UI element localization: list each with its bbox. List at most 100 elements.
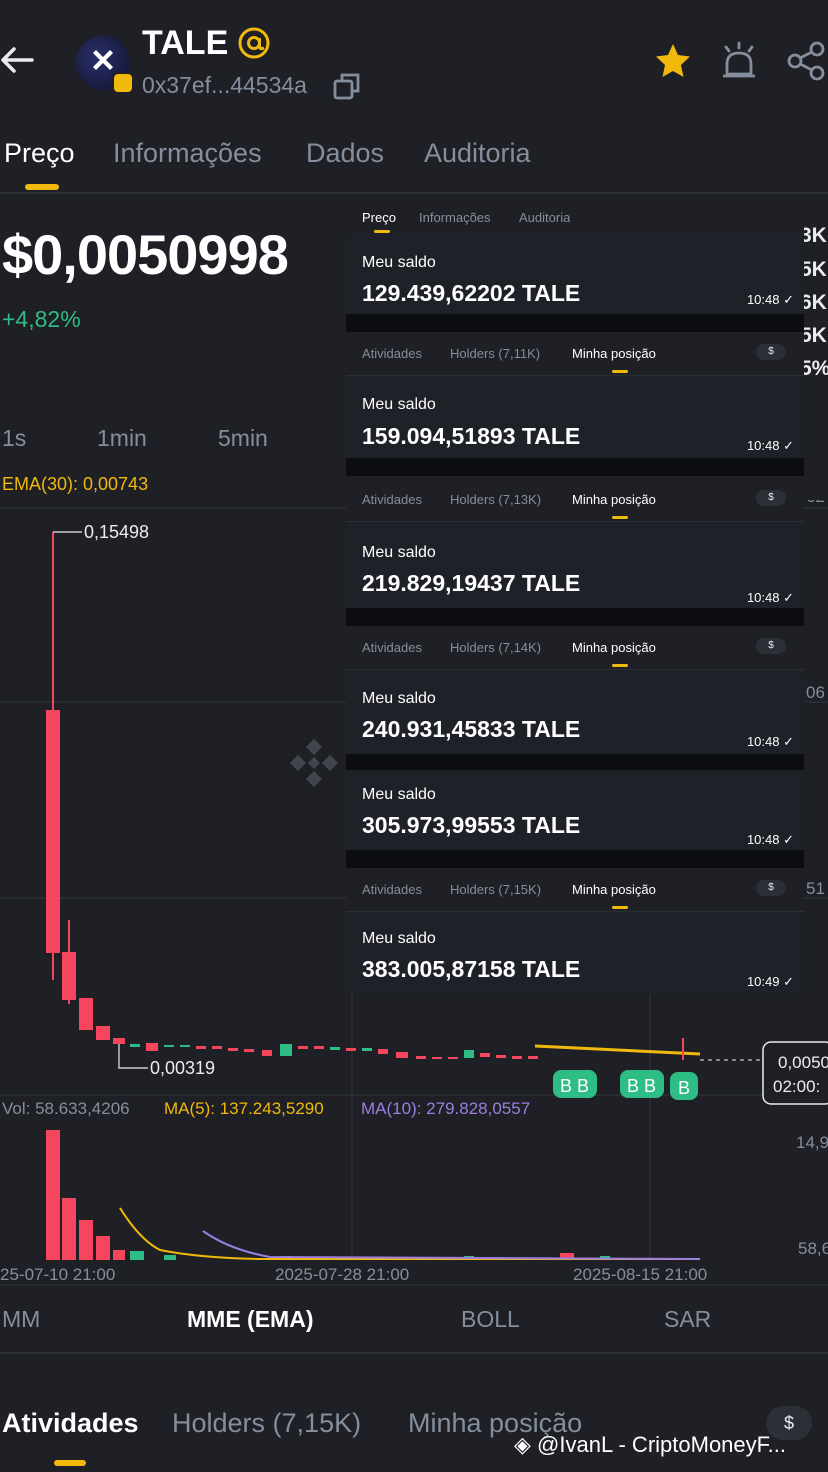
separator <box>346 754 804 770</box>
tabs-divider <box>0 192 828 194</box>
vol-axis-label: 14,9 <box>796 1133 828 1152</box>
svg-text:B: B <box>577 1076 589 1096</box>
date-label: 25-07-10 21:00 <box>0 1265 115 1284</box>
saldo-value: 240.931,45833 TALE <box>362 716 581 742</box>
ma10-line <box>202 1230 701 1260</box>
separator <box>346 314 804 332</box>
timestamp: 10:48 ✓ <box>746 590 794 605</box>
saldo-label: Meu saldo <box>362 396 436 413</box>
overlay-currency-button[interactable]: $ <box>756 490 786 506</box>
indicator-divider <box>0 1352 828 1354</box>
saldo-value: 159.094,51893 TALE <box>362 423 581 449</box>
overlay-currency-button[interactable]: $ <box>756 880 786 896</box>
vol-label: Vol: 58.633,4206 <box>2 1099 130 1118</box>
saldo-card: Meu saldo 383.005,87158 TALE 10:49 ✓ <box>346 912 804 994</box>
at-icon[interactable] <box>237 26 271 60</box>
active-tab-indicator <box>374 230 390 233</box>
active-tab-indicator <box>612 664 628 667</box>
overlay-tab-atividades[interactable]: Atividades <box>362 346 422 361</box>
svg-text:B: B <box>644 1076 656 1096</box>
token-address: 0x37ef...44534a <box>142 72 307 98</box>
saldo-label: Meu saldo <box>362 544 436 561</box>
current-price-tag-time: 02:00: <box>773 1077 820 1096</box>
binance-watermark-icon <box>290 739 338 787</box>
saldo-value: 129.439,62202 TALE <box>362 280 581 306</box>
stat-value: 6K <box>800 291 827 314</box>
high-label: 0,15498 <box>84 522 149 542</box>
active-tab-indicator <box>25 184 59 190</box>
ma10-label: MA(10): 279.828,0557 <box>361 1099 530 1118</box>
tab-preco[interactable]: Preço <box>4 138 75 169</box>
timeframe-1min[interactable]: 1min <box>97 425 147 452</box>
tab-holders[interactable]: Holders (7,15K) <box>172 1408 361 1439</box>
timestamp: 10:48 ✓ <box>746 734 794 749</box>
indicator-tab-ema[interactable]: MME (EMA) <box>187 1306 313 1333</box>
overlay-currency-button[interactable]: $ <box>756 344 786 360</box>
overlay-tab-holders[interactable]: Holders (7,14K) <box>450 640 541 655</box>
overlay-tab-minha-posicao[interactable]: Minha posição <box>572 346 656 361</box>
vol-axis-label: 58,6 <box>798 1239 828 1258</box>
overlay-tabs: Atividades Holders (7,15K) Minha posição… <box>346 868 804 912</box>
axis-label: 51 <box>806 879 825 898</box>
alert-icon[interactable] <box>718 40 760 82</box>
saldo-card: Meu saldo 159.094,51893 TALE 10:48 ✓ <box>346 376 804 458</box>
stat-value: 5K <box>800 258 827 281</box>
overlay-tab-holders[interactable]: Holders (7,13K) <box>450 492 541 507</box>
timeframe-5min[interactable]: 5min <box>218 425 268 452</box>
current-price: $0,0050998 <box>2 223 289 286</box>
overlay-tab-minha-posicao[interactable]: Minha posição <box>572 640 656 655</box>
volume-bars <box>46 1130 610 1260</box>
copy-icon[interactable] <box>330 70 364 104</box>
svg-text:B: B <box>627 1076 639 1096</box>
back-arrow-icon[interactable] <box>0 38 40 82</box>
indicator-tab-mm[interactable]: MM <box>2 1306 40 1333</box>
active-tab-indicator <box>612 370 628 373</box>
ma5-label: MA(5): 137.243,5290 <box>164 1099 324 1118</box>
overlay-tab-minha-posicao[interactable]: Minha posição <box>572 492 656 507</box>
binance-logo-icon: ◈ <box>514 1432 531 1457</box>
tab-informacoes[interactable]: Informações <box>113 138 262 169</box>
date-label: 2025-08-15 21:00 <box>573 1265 707 1284</box>
separator <box>346 608 804 626</box>
timestamp: 10:48 ✓ <box>746 292 794 307</box>
active-tab-indicator <box>54 1460 86 1466</box>
overlay-tab-atividades[interactable]: Atividades <box>362 492 422 507</box>
timeframe-1s[interactable]: 1s <box>2 425 26 452</box>
overlay-tab-holders[interactable]: Holders (7,11K) <box>450 346 540 361</box>
overlay-tab-atividades[interactable]: Atividades <box>362 640 422 655</box>
axis-label: 06 <box>806 683 825 702</box>
separator <box>346 850 804 868</box>
overlay-tabs: Atividades Holders (7,14K) Minha posição… <box>346 626 804 670</box>
overlay-tab-auditoria[interactable]: Auditoria <box>519 210 570 225</box>
saldo-label: Meu saldo <box>362 930 436 947</box>
ema-indicator-label: EMA(30): 0,00743 <box>2 474 149 494</box>
token-name: TALE <box>142 24 229 62</box>
svg-text:B: B <box>678 1078 690 1098</box>
saldo-card: Meu saldo 129.439,62202 TALE 10:48 ✓ <box>346 234 804 314</box>
position-screenshots-overlay: Preço Informações Auditoria Meu saldo 12… <box>346 196 804 994</box>
indicator-tab-boll[interactable]: BOLL <box>461 1306 520 1333</box>
tab-dados[interactable]: Dados <box>306 138 384 169</box>
overlay-tabs: Atividades Holders (7,11K) Minha posição… <box>346 332 804 376</box>
tab-auditoria[interactable]: Auditoria <box>424 138 531 169</box>
tab-atividades[interactable]: Atividades <box>2 1408 139 1439</box>
overlay-currency-button[interactable]: $ <box>756 638 786 654</box>
separator <box>346 458 804 476</box>
stat-value: 5K <box>800 324 827 347</box>
active-tab-indicator <box>612 516 628 519</box>
small-candles <box>130 1043 538 1059</box>
overlay-tab-preco[interactable]: Preço <box>362 210 396 225</box>
timestamp: 10:49 ✓ <box>746 974 794 989</box>
star-icon[interactable] <box>652 40 694 82</box>
overlay-tab-minha-posicao[interactable]: Minha posição <box>572 882 656 897</box>
share-icon[interactable] <box>784 40 828 82</box>
active-tab-indicator <box>612 906 628 909</box>
indicator-tab-sar[interactable]: SAR <box>664 1306 711 1333</box>
verified-badge-icon <box>112 72 134 94</box>
overlay-tab-informacoes[interactable]: Informações <box>419 210 491 225</box>
timestamp: 10:48 ✓ <box>746 832 794 847</box>
author-watermark: ◈ @IvanL - CriptoMoneyF... <box>514 1432 786 1458</box>
saldo-label: Meu saldo <box>362 254 436 271</box>
overlay-tab-atividades[interactable]: Atividades <box>362 882 422 897</box>
overlay-tab-holders[interactable]: Holders (7,15K) <box>450 882 541 897</box>
